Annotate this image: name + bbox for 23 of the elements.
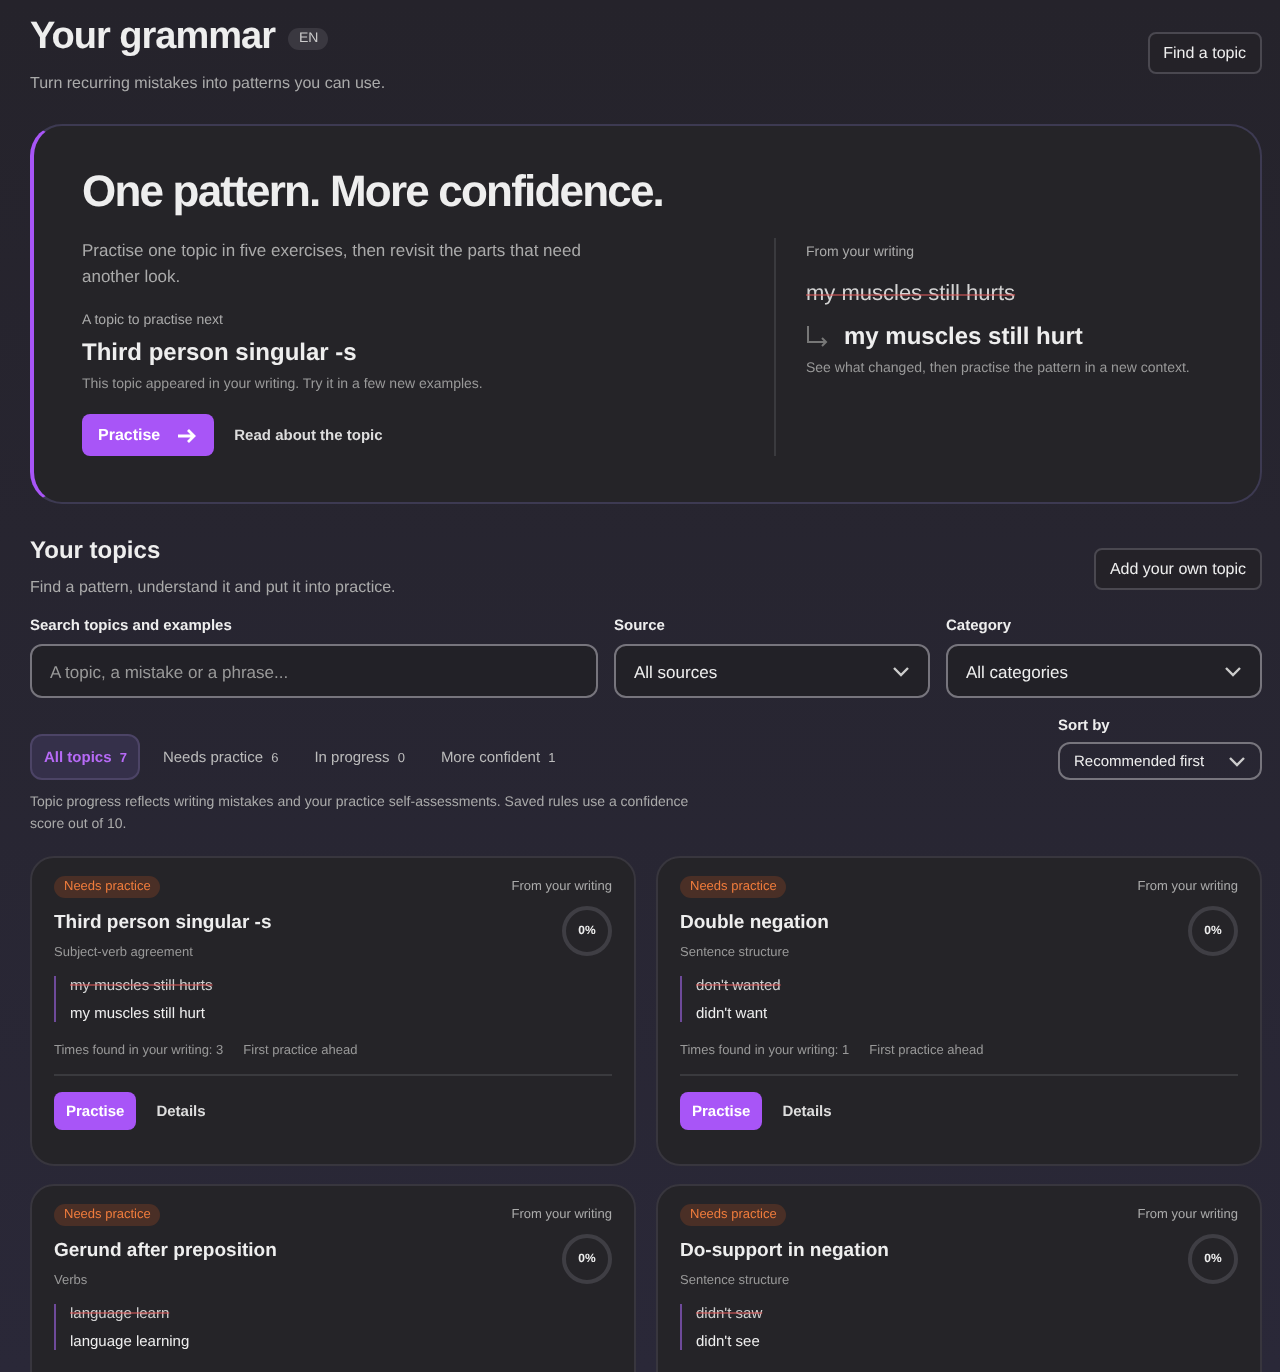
- corner-arrow-icon: [806, 326, 830, 350]
- hero-intro: Practise one topic in five exercises, then revisit the parts that need another look.: [82, 238, 582, 290]
- find-topic-button[interactable]: Find a topic: [1147, 32, 1262, 74]
- section-subtitle: Find a pattern, understand it and put it into practice.: [30, 578, 396, 596]
- chevron-icon: [1224, 665, 1242, 677]
- practise-button[interactable]: Practise: [82, 414, 215, 456]
- page-title: Your grammar: [30, 16, 275, 60]
- topic-title: Double negation: [680, 912, 829, 934]
- correction-text: my muscles still hurt: [844, 322, 1083, 350]
- topic-title: Third person singular -s: [54, 912, 272, 934]
- category-dropdown[interactable]: All categories: [946, 644, 1262, 698]
- page-subtitle: Turn recurring mistakes into patterns you can use.: [30, 74, 386, 92]
- add-topic-button[interactable]: Add your own topic: [1093, 548, 1262, 590]
- topic-title: Gerund after preposition: [54, 1240, 277, 1262]
- chevron-icon: [1228, 755, 1246, 767]
- chevron-icon: [892, 665, 910, 677]
- hero-headline: One pattern. More confidence.: [82, 166, 666, 218]
- section-title: Your topics: [30, 536, 163, 564]
- topic-title: Do-support in negation: [680, 1240, 889, 1262]
- source-dropdown[interactable]: All sources: [614, 644, 930, 698]
- arrow-icon: [176, 427, 197, 443]
- next-topic-title: Third person singular -s: [82, 338, 359, 366]
- search-field[interactable]: A topic, a mistake or a phrase...: [30, 644, 598, 698]
